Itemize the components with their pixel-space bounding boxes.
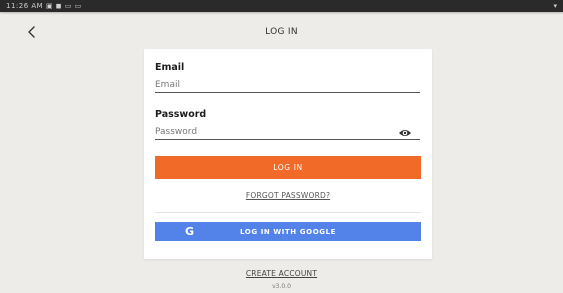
password-field[interactable] <box>155 125 420 140</box>
email-label: Email <box>155 62 185 73</box>
forgot-password-link[interactable]: FORGOT PASSWORD? <box>144 191 432 200</box>
login-button[interactable]: LOG IN <box>155 156 421 179</box>
email-field[interactable] <box>155 78 420 93</box>
status-bar-left: 11:26 AM ▣ ◼ ▭ ▭ <box>6 2 82 10</box>
page-title: LOG IN <box>265 27 298 37</box>
system-status-bar: 11:26 AM ▣ ◼ ▭ ▭ ▾ <box>0 0 563 12</box>
create-account-link[interactable]: CREATE ACCOUNT <box>0 269 563 278</box>
google-login-label: LOG IN WITH GOOGLE <box>239 227 337 236</box>
google-login-button[interactable]: G LOG IN WITH GOOGLE <box>155 222 421 241</box>
divider <box>155 212 421 213</box>
eye-icon[interactable] <box>398 128 412 138</box>
status-bar-right: ▾ <box>553 2 557 10</box>
version-label: v3.0.0 <box>272 283 291 290</box>
password-label: Password <box>155 109 207 120</box>
google-g-icon: G <box>185 225 195 238</box>
login-card: Email Password LOG IN FORGOT PASSWORD? G… <box>144 49 432 259</box>
